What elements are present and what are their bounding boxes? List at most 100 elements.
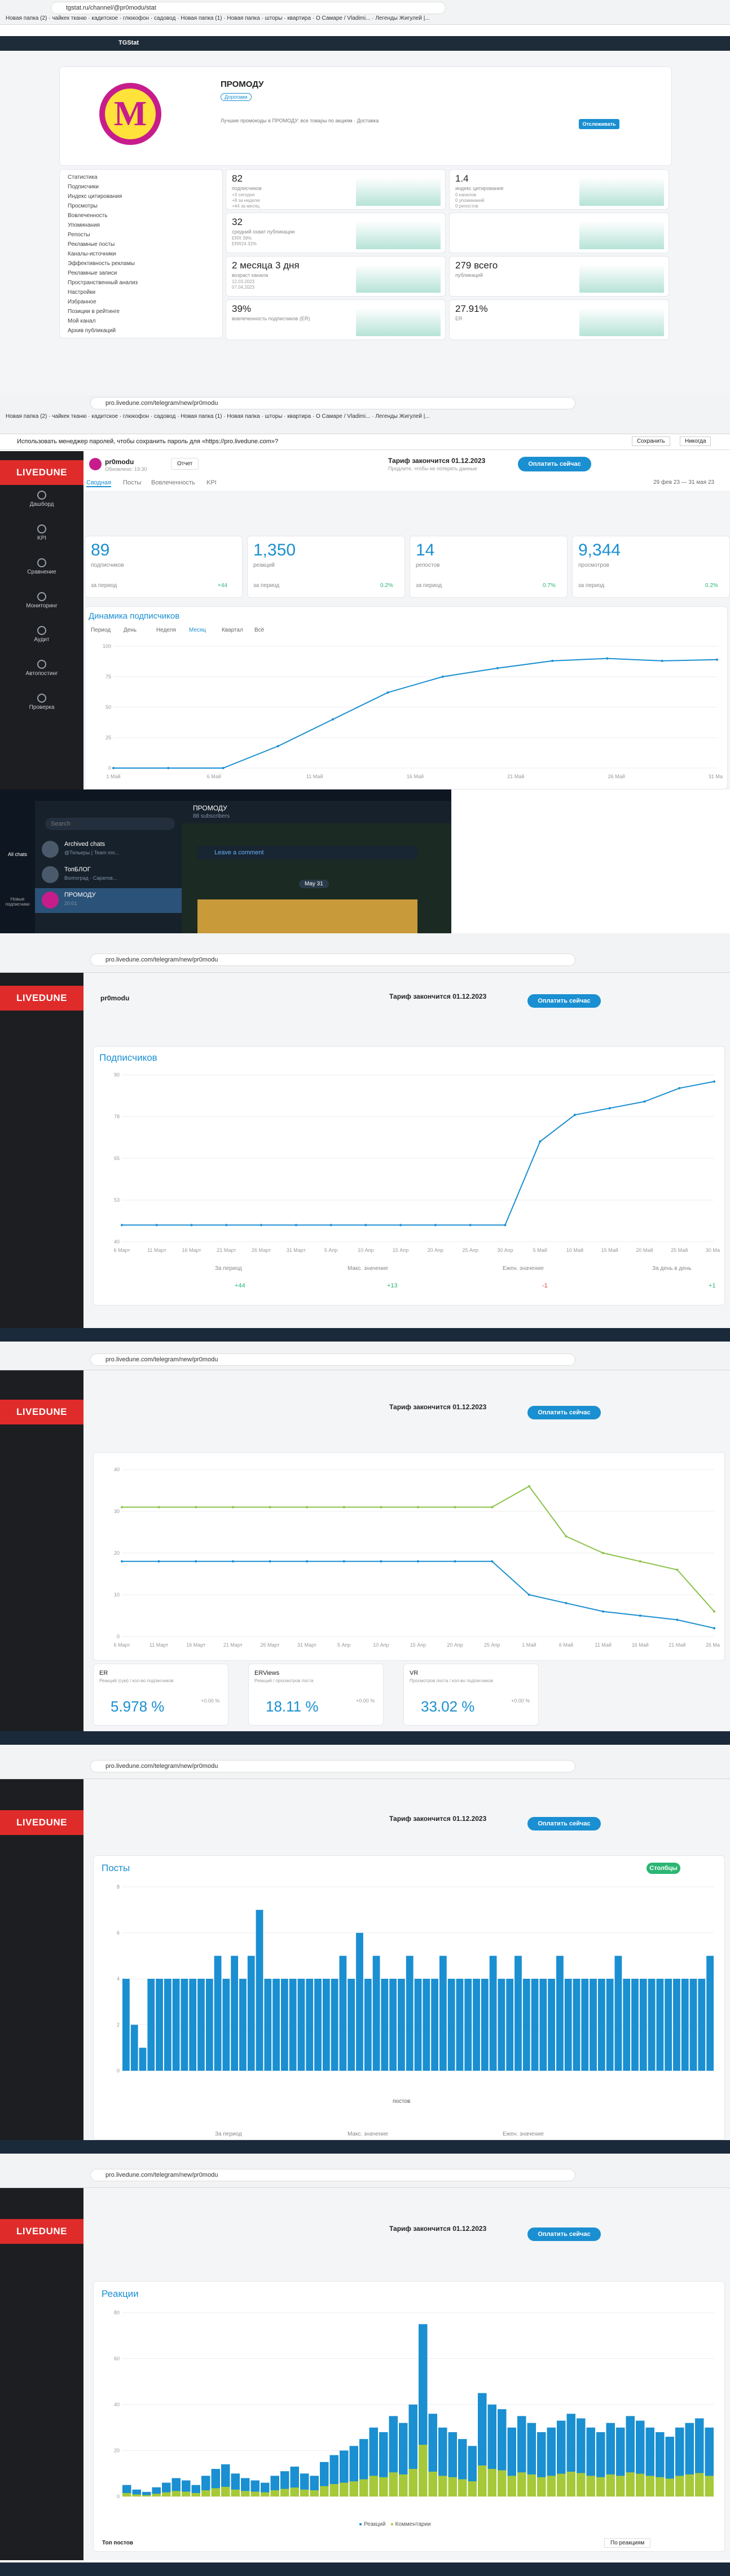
tg-chat-item[interactable]: Archived chats @Тельеры | Team mo... <box>35 837 182 862</box>
period-3[interactable]: Месяц <box>189 627 206 633</box>
tgstat-nav-item[interactable]: Эффективность рекламы <box>68 261 135 267</box>
bar-secondary <box>527 2474 536 2496</box>
tgstat-nav-item[interactable]: Настройки <box>68 289 95 295</box>
tgstat-nav-item[interactable]: Вовлеченность <box>68 213 108 219</box>
tg-search[interactable]: Search <box>45 818 175 830</box>
nav-3[interactable]: Мониторинг <box>0 592 83 609</box>
bar-secondary <box>231 2489 240 2496</box>
tgstat-nav-item[interactable]: Каналы-источники <box>68 251 116 257</box>
data-point <box>380 1560 382 1563</box>
tgstat-nav-item[interactable]: Позиции в рейтинге <box>68 308 120 315</box>
nav-icon <box>37 558 46 567</box>
kpi-value: 89 <box>91 541 110 559</box>
sort-dropdown[interactable]: По реакциям <box>604 2538 651 2548</box>
nav-4[interactable]: Аудит <box>0 626 83 643</box>
x-tick: 25 Апр <box>462 1247 478 1253</box>
data-point <box>112 767 115 769</box>
address-bar[interactable]: tgstat.ru/channel/@pr0modu/stat <box>51 2 446 14</box>
livedune-logo[interactable]: LIVEDUNE <box>0 460 83 485</box>
save-password-button[interactable]: Сохранить <box>632 436 670 446</box>
tab-posts[interactable]: Посты <box>123 479 141 486</box>
period-5[interactable]: Всё <box>254 627 264 633</box>
bar <box>606 1979 614 2071</box>
data-point <box>294 1224 297 1227</box>
tab-engagement[interactable]: Вовлеченность <box>151 479 195 486</box>
tab-kpi[interactable]: KPI <box>206 479 217 486</box>
address-bar-7[interactable]: pro.livedune.com/telegram/new/pr0modu <box>90 2169 575 2181</box>
pay-button-6[interactable]: Оплатить сейчас <box>527 1817 601 1830</box>
plan-title-6: Тариф закончится 01.12.2023 <box>389 1815 487 1823</box>
pay-button-7[interactable]: Оплатить сейчас <box>527 2227 601 2241</box>
tgstat-nav-item[interactable]: Рекламные посты <box>68 241 115 248</box>
channel-tag[interactable]: Дорогами <box>221 93 252 101</box>
tgstat-nav-item[interactable]: Статистика <box>68 174 98 180</box>
tgstat-nav-item[interactable]: Архив публикаций <box>68 328 116 334</box>
x-tick: 6 Март <box>113 1247 130 1253</box>
data-point <box>276 745 279 748</box>
period-4[interactable]: Квартал <box>222 627 243 633</box>
period-0[interactable]: Период <box>91 627 111 633</box>
bookmarks-bar-2[interactable]: Новая папка (2) · чайкек тканю · кадитск… <box>6 412 716 422</box>
report-button[interactable]: Отчет <box>171 458 199 470</box>
address-bar-2[interactable]: pro.livedune.com/telegram/new/pr0modu <box>90 397 575 409</box>
nav-2[interactable]: Сравнение <box>0 558 83 575</box>
date-range[interactable]: 29 фев 23 — 31 мая 23 <box>653 479 714 486</box>
tgstat-nav-item[interactable]: Подписчики <box>68 184 99 190</box>
tgstat-nav-item[interactable]: Мой канал <box>68 318 95 324</box>
x-tick: 21 Май <box>669 1642 685 1648</box>
livedune-logo-4[interactable]: LIVEDUNE <box>0 986 83 1011</box>
bar-secondary <box>221 2486 230 2496</box>
tg-post-image <box>197 899 417 933</box>
nav-1[interactable]: KPI <box>0 524 83 541</box>
period-1[interactable]: День <box>124 627 137 633</box>
x-tick: 15 Май <box>601 1247 618 1253</box>
tg-chat-item[interactable]: ПРОМОДУ 20:01 <box>35 888 182 913</box>
data-point <box>121 1560 123 1563</box>
bar-secondary <box>685 2474 694 2496</box>
nav-6[interactable]: Проверка <box>0 694 83 711</box>
nav-5[interactable]: Автопостинг <box>0 660 83 677</box>
channel-desc: Лучшие промокоды в ПРОМОДУ: все товары п… <box>221 118 379 123</box>
tgstat-nav-item[interactable]: Упоминания <box>68 222 100 228</box>
bar <box>256 1909 263 2071</box>
bookmarks-bar[interactable]: Новая папка (2) · чайкек тканю · кадитск… <box>6 14 716 24</box>
livedune-logo-7[interactable]: LIVEDUNE <box>0 2219 83 2244</box>
data-point <box>496 667 499 669</box>
address-bar-4[interactable]: pro.livedune.com/telegram/new/pr0modu <box>90 954 575 966</box>
livedune-logo-6[interactable]: LIVEDUNE <box>0 1810 83 1835</box>
tgstat-nav-item[interactable]: Рекламные записи <box>68 270 117 276</box>
data-point <box>716 658 718 661</box>
tg-folder[interactable]: Новые подписчики <box>1 897 34 907</box>
never-button[interactable]: Никогда <box>680 436 711 446</box>
follow-button[interactable]: Отслеживать <box>579 119 619 129</box>
tgstat-nav-item[interactable]: Репосты <box>68 232 90 238</box>
bar-secondary <box>201 2490 210 2496</box>
channel-title: ПРОМОДУ <box>221 80 264 89</box>
pay-button-5[interactable]: Оплатить сейчас <box>527 1406 601 1419</box>
tab-summary[interactable]: Сводная <box>86 479 112 487</box>
bar-secondary <box>626 2472 635 2496</box>
tgstat-nav-item[interactable]: Пространственный анализ <box>68 280 138 286</box>
livedune-logo-5[interactable]: LIVEDUNE <box>0 1400 83 1424</box>
tg-all-chats[interactable]: All chats <box>3 852 32 857</box>
nav-0[interactable]: Дашборд <box>0 491 83 508</box>
pay-button-4[interactable]: Оплатить сейчас <box>527 994 601 1008</box>
subs-card: Подписчиков 40 53 65 78 90 6 Март 11 Март 16 Ма… <box>93 1046 725 1305</box>
tgstat-nav-item[interactable]: Избранное <box>68 299 96 305</box>
tgstat-nav-item[interactable]: Просмотры <box>68 203 98 209</box>
columns-toggle[interactable]: Столбцы <box>647 1863 680 1874</box>
address-bar-6[interactable]: pro.livedune.com/telegram/new/pr0modu <box>90 1760 575 1772</box>
tg-chat-name: Archived chats <box>64 841 105 848</box>
data-point <box>167 767 170 769</box>
leave-comment[interactable]: Leave a comment <box>197 846 417 859</box>
pay-button[interactable]: Оплатить сейчас <box>518 457 591 471</box>
tgstat-nav-item[interactable]: Индекс цитирования <box>68 193 122 200</box>
data-point <box>469 1224 472 1227</box>
period-2[interactable]: Неделя <box>156 627 176 633</box>
stat-card: 2 месяца 3 дня возраст канала 12.03.2023 07… <box>226 256 446 297</box>
address-bar-5[interactable]: pro.livedune.com/telegram/new/pr0modu <box>90 1353 575 1366</box>
bar <box>147 1979 155 2071</box>
stat-sparkline <box>579 221 664 249</box>
tg-chat-item[interactable]: ТопБЛОГ Волгоград · Саратов... <box>35 863 182 888</box>
site-logo[interactable]: TGStat <box>118 39 139 46</box>
